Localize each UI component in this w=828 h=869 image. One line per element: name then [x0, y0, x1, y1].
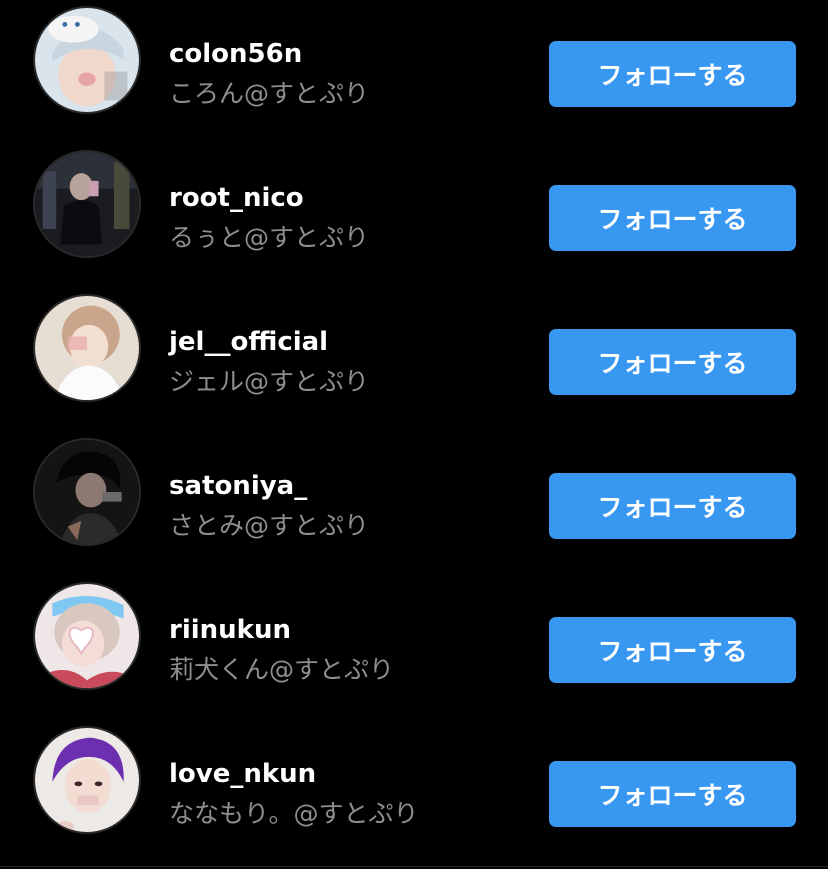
avatar[interactable]: [33, 726, 141, 834]
list-item[interactable]: jel__official ジェル@すとぷり フォローする: [0, 288, 828, 432]
avatar[interactable]: [33, 150, 141, 258]
list-item[interactable]: love_nkun ななもり。@すとぷり フォローする: [0, 720, 828, 864]
list-item[interactable]: satoniya_ さとみ@すとぷり フォローする: [0, 432, 828, 576]
avatar[interactable]: [33, 294, 141, 402]
list-item[interactable]: root_nico るぅと@すとぷり フォローする: [0, 144, 828, 288]
follow-button[interactable]: フォローする: [549, 617, 796, 683]
profile-photo-icon: [35, 440, 139, 544]
follow-button[interactable]: フォローする: [549, 41, 796, 107]
profile-photo-icon: [35, 584, 139, 688]
profile-photo-icon: [35, 296, 139, 400]
avatar[interactable]: [33, 6, 141, 114]
follow-button-label: フォローする: [597, 349, 748, 378]
display-name: さとみ@すとぷり: [169, 511, 370, 540]
display-name: るぅと@すとぷり: [169, 223, 370, 252]
list-item[interactable]: colon56n ころん@すとぷり フォローする: [0, 0, 828, 144]
display-name: 莉犬くん@すとぷり: [169, 655, 395, 684]
list-item[interactable]: riinukun 莉犬くん@すとぷり フォローする: [0, 576, 828, 720]
avatar[interactable]: [33, 582, 141, 690]
follow-button-label: フォローする: [597, 781, 748, 810]
follow-button-label: フォローする: [597, 493, 748, 522]
display-name: ジェル@すとぷり: [169, 367, 370, 396]
follow-button-label: フォローする: [597, 205, 748, 234]
follow-button-label: フォローする: [597, 61, 748, 90]
username[interactable]: satoniya_: [169, 470, 307, 502]
username[interactable]: love_nkun: [169, 758, 316, 790]
display-name: ころん@すとぷり: [169, 79, 370, 108]
username[interactable]: colon56n: [169, 38, 302, 70]
follow-button[interactable]: フォローする: [549, 329, 796, 395]
display-name: ななもり。@すとぷり: [169, 799, 419, 828]
divider: [0, 866, 828, 867]
username[interactable]: root_nico: [169, 182, 304, 214]
username[interactable]: jel__official: [169, 326, 328, 358]
profile-photo-icon: [35, 152, 139, 256]
profile-photo-icon: [35, 8, 139, 112]
follow-button[interactable]: フォローする: [549, 185, 796, 251]
username[interactable]: riinukun: [169, 614, 291, 646]
avatar[interactable]: [33, 438, 141, 546]
profile-photo-icon: [35, 728, 139, 832]
follow-button[interactable]: フォローする: [549, 473, 796, 539]
follow-button-label: フォローする: [597, 637, 748, 666]
suggested-accounts-list: colon56n ころん@すとぷり フォローする root_nico るぅと@す…: [0, 0, 828, 869]
follow-button[interactable]: フォローする: [549, 761, 796, 827]
